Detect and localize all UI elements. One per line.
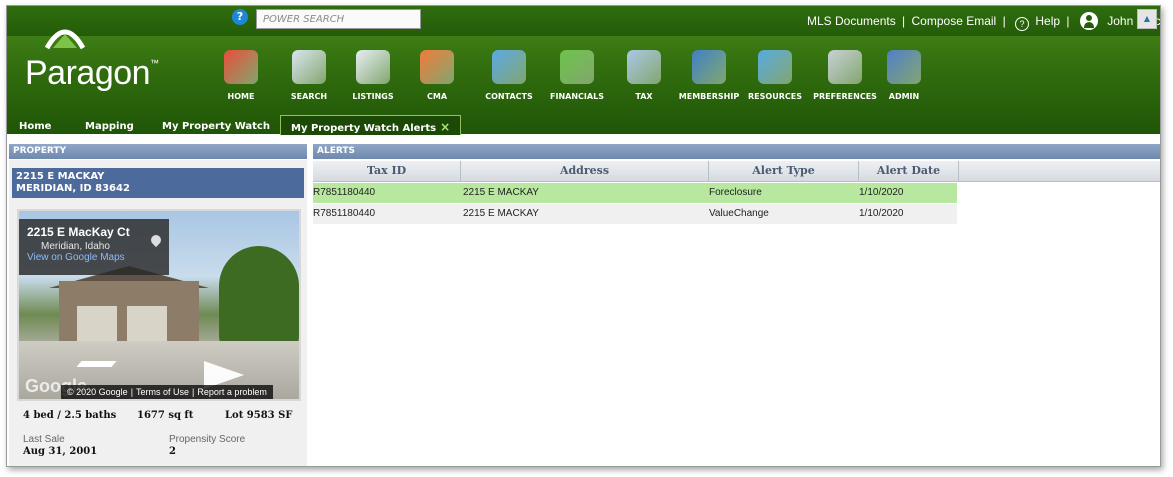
nav-label: FINANCIALS	[550, 92, 604, 101]
app-window: ? MLS Documents | Compose Email | ? Help…	[6, 5, 1161, 467]
admin-globe-icon	[887, 50, 921, 84]
property-address-bar: 2215 E MACKAY MERIDIAN, ID 83642	[12, 168, 304, 198]
last-sale-value: Aug 31, 2001	[23, 446, 98, 457]
tree	[219, 246, 299, 356]
tab-my-property-watch[interactable]: My Property Watch	[162, 117, 270, 137]
link-separator: |	[1002, 14, 1006, 28]
nav-label: LISTINGS	[352, 92, 394, 101]
column-header-alert-type[interactable]: Alert Type	[709, 161, 859, 181]
collapse-header-button[interactable]: ▲	[1137, 9, 1157, 29]
cell-address: 2215 E MACKAY	[463, 208, 539, 219]
street-view-arrow-left-icon[interactable]	[76, 361, 117, 367]
link-separator: |	[902, 14, 906, 28]
nav-listings[interactable]: LISTINGS	[343, 50, 403, 104]
tools-icon	[828, 50, 862, 84]
top-bar: ? MLS Documents | Compose Email | ? Help…	[7, 6, 1160, 36]
paragon-logo-mark-icon	[45, 29, 85, 50]
divider-strip	[7, 135, 1160, 144]
nav-label: CONTACTS	[485, 92, 533, 101]
tab-home[interactable]: Home	[19, 117, 51, 137]
nav-membership[interactable]: MEMBERSHIP	[675, 50, 743, 104]
cma-chart-icon	[420, 50, 454, 84]
pie-chart-icon	[560, 50, 594, 84]
help-icon[interactable]: ?	[1015, 17, 1030, 31]
propensity-score-label: Propensity Score	[169, 434, 246, 445]
contacts-icon	[492, 50, 526, 84]
street-view-footer: © 2020 Google | Terms of Use | Report a prob…	[61, 385, 273, 399]
top-links: MLS Documents | Compose Email | ? Help |…	[807, 12, 1160, 31]
nav-label: SEARCH	[290, 92, 328, 101]
garage-door	[127, 306, 167, 341]
cell-tax-id: R7851180440	[313, 187, 376, 198]
power-search-input[interactable]	[256, 9, 421, 29]
nav-admin[interactable]: ADMIN	[884, 50, 924, 104]
nav-tax[interactable]: TAX	[624, 50, 664, 104]
table-row[interactable]: R7851180440 2215 E MACKAY ValueChange 1/…	[313, 204, 957, 224]
mls-documents-link[interactable]: MLS Documents	[807, 14, 896, 28]
compose-email-link[interactable]: Compose Email	[912, 14, 997, 28]
beds-baths: 4 bed / 2.5 baths	[23, 410, 117, 421]
street-view-subtitle: Meridian, Idaho	[41, 241, 110, 252]
paragon-logo[interactable]: Paragon™	[25, 54, 159, 93]
nav-label: PREFERENCES	[813, 92, 877, 101]
garage-door	[77, 306, 117, 341]
nav-label: RESOURCES	[748, 92, 802, 101]
resources-icon	[758, 50, 792, 84]
column-header-tax-id[interactable]: Tax ID	[313, 161, 461, 181]
lot-size: Lot 9583 SF	[225, 410, 293, 421]
propensity-score-value: 2	[169, 446, 176, 457]
nav-label: HOME	[227, 92, 255, 101]
nav-label: MEMBERSHIP	[678, 92, 740, 101]
nav-label: ADMIN	[888, 92, 920, 101]
nav-search[interactable]: SEARCH	[286, 50, 332, 104]
cell-alert-type: Foreclosure	[709, 187, 762, 198]
last-sale-label: Last Sale	[23, 434, 65, 445]
street-view-title: 2215 E MacKay Ct	[27, 225, 130, 239]
house-icon	[224, 50, 258, 84]
column-header-address[interactable]: Address	[461, 161, 709, 181]
cell-tax-id: R7851180440	[313, 208, 376, 219]
cell-alert-type: ValueChange	[709, 208, 769, 219]
view-on-google-maps-link[interactable]: View on Google Maps	[27, 252, 161, 263]
user-avatar-icon[interactable]	[1079, 12, 1098, 30]
street-view-image[interactable]: 2215 E MacKay Ct Meridian, Idaho View on…	[17, 209, 301, 401]
nav-label: TAX	[635, 92, 653, 101]
property-panel: 2215 E MACKAY MERIDIAN, ID 83642 2215 E …	[9, 160, 307, 466]
property-section-header: PROPERTY	[9, 144, 307, 159]
tab-bar: Home Mapping My Property Watch My Proper…	[7, 114, 1160, 138]
cell-alert-date: 1/10/2020	[859, 187, 904, 198]
property-address-line1: 2215 E MACKAY	[16, 171, 105, 182]
alerts-table-header: Tax ID Address Alert Type Alert Date	[313, 161, 1160, 182]
nav-resources[interactable]: RESOURCES	[743, 50, 807, 104]
tab-mapping[interactable]: Mapping	[85, 117, 134, 137]
table-row[interactable]: R7851180440 2215 E MACKAY Foreclosure 1/…	[313, 183, 957, 203]
close-tab-icon[interactable]: ×	[440, 120, 450, 134]
nav-label: CMA	[426, 92, 448, 101]
alerts-section-header: ALERTS	[313, 144, 1160, 159]
app-header: ? MLS Documents | Compose Email | ? Help…	[7, 6, 1160, 138]
membership-icon	[692, 50, 726, 84]
listings-icon	[356, 50, 390, 84]
terms-of-use-link[interactable]: Terms of Use	[136, 387, 189, 397]
nav-contacts[interactable]: CONTACTS	[479, 50, 539, 104]
property-address-line2: MERIDIAN, ID 83642	[16, 183, 130, 194]
cell-alert-date: 1/10/2020	[859, 208, 904, 219]
square-feet: 1677 sq ft	[137, 410, 194, 421]
link-separator: |	[1066, 14, 1070, 28]
help-link[interactable]: Help	[1035, 14, 1060, 28]
street-view-info-card: 2215 E MacKay Ct Meridian, Idaho View on…	[19, 219, 169, 275]
report-problem-link[interactable]: Report a problem	[197, 387, 267, 397]
nav-home[interactable]: HOME	[221, 50, 261, 104]
tax-icon	[627, 50, 661, 84]
search-doc-icon	[292, 50, 326, 84]
copyright-text: © 2020 Google	[67, 387, 128, 397]
cell-address: 2215 E MACKAY	[463, 187, 539, 198]
nav-cma[interactable]: CMA	[417, 50, 457, 104]
power-search-help-icon[interactable]: ?	[232, 9, 248, 25]
nav-financials[interactable]: FINANCIALS	[542, 50, 612, 104]
column-header-alert-date[interactable]: Alert Date	[859, 161, 959, 181]
nav-preferences[interactable]: PREFERENCES	[807, 50, 883, 104]
